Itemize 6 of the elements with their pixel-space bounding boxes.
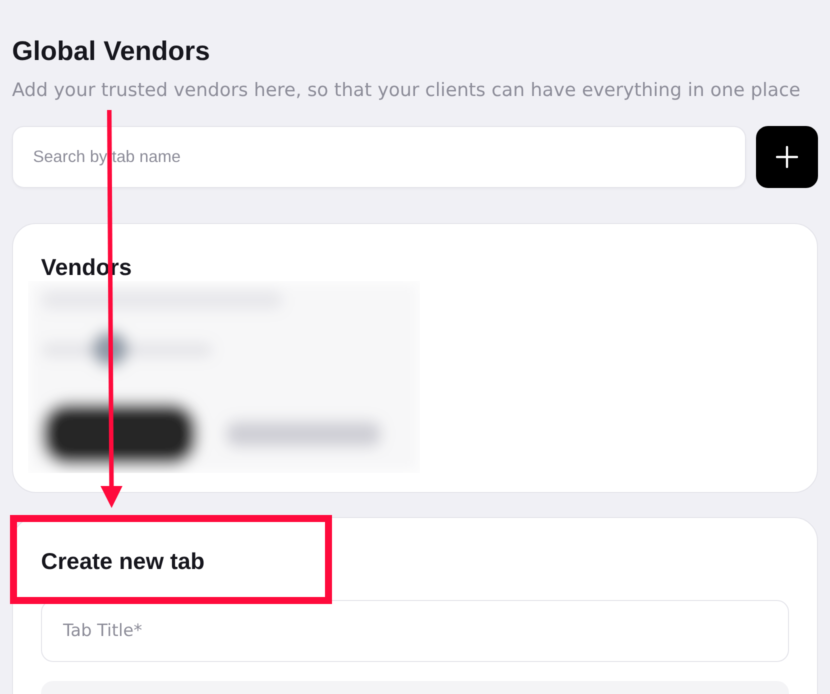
add-button[interactable] xyxy=(756,126,818,188)
plus-icon xyxy=(776,146,798,168)
title-input-field[interactable]: Tab Title* xyxy=(41,600,789,662)
section-heading: Create new tab xyxy=(41,547,205,575)
page-subtitle: Add your trusted vendors here, so that your clients can have everything in one place xyxy=(12,79,800,103)
page-title: Global Vendors xyxy=(12,35,210,67)
